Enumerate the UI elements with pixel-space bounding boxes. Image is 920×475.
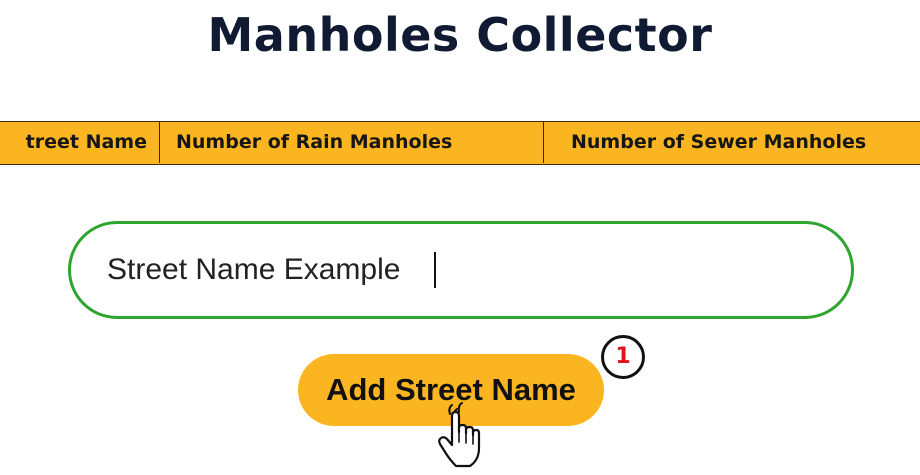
table-header-row: treet Name Number of Rain Manholes Numbe… [0,121,920,165]
column-header-rain-manholes[interactable]: Number of Rain Manholes [160,122,544,163]
text-caret [434,252,436,288]
page-title: Manholes Collector [207,8,713,62]
street-name-input[interactable] [68,221,854,319]
step-number-badge: 1 [601,335,645,379]
hand-pointer-click-icon [438,402,481,468]
column-header-sewer-manholes[interactable]: Number of Sewer Manholes [544,122,920,163]
column-header-street-name[interactable]: treet Name [0,122,160,163]
